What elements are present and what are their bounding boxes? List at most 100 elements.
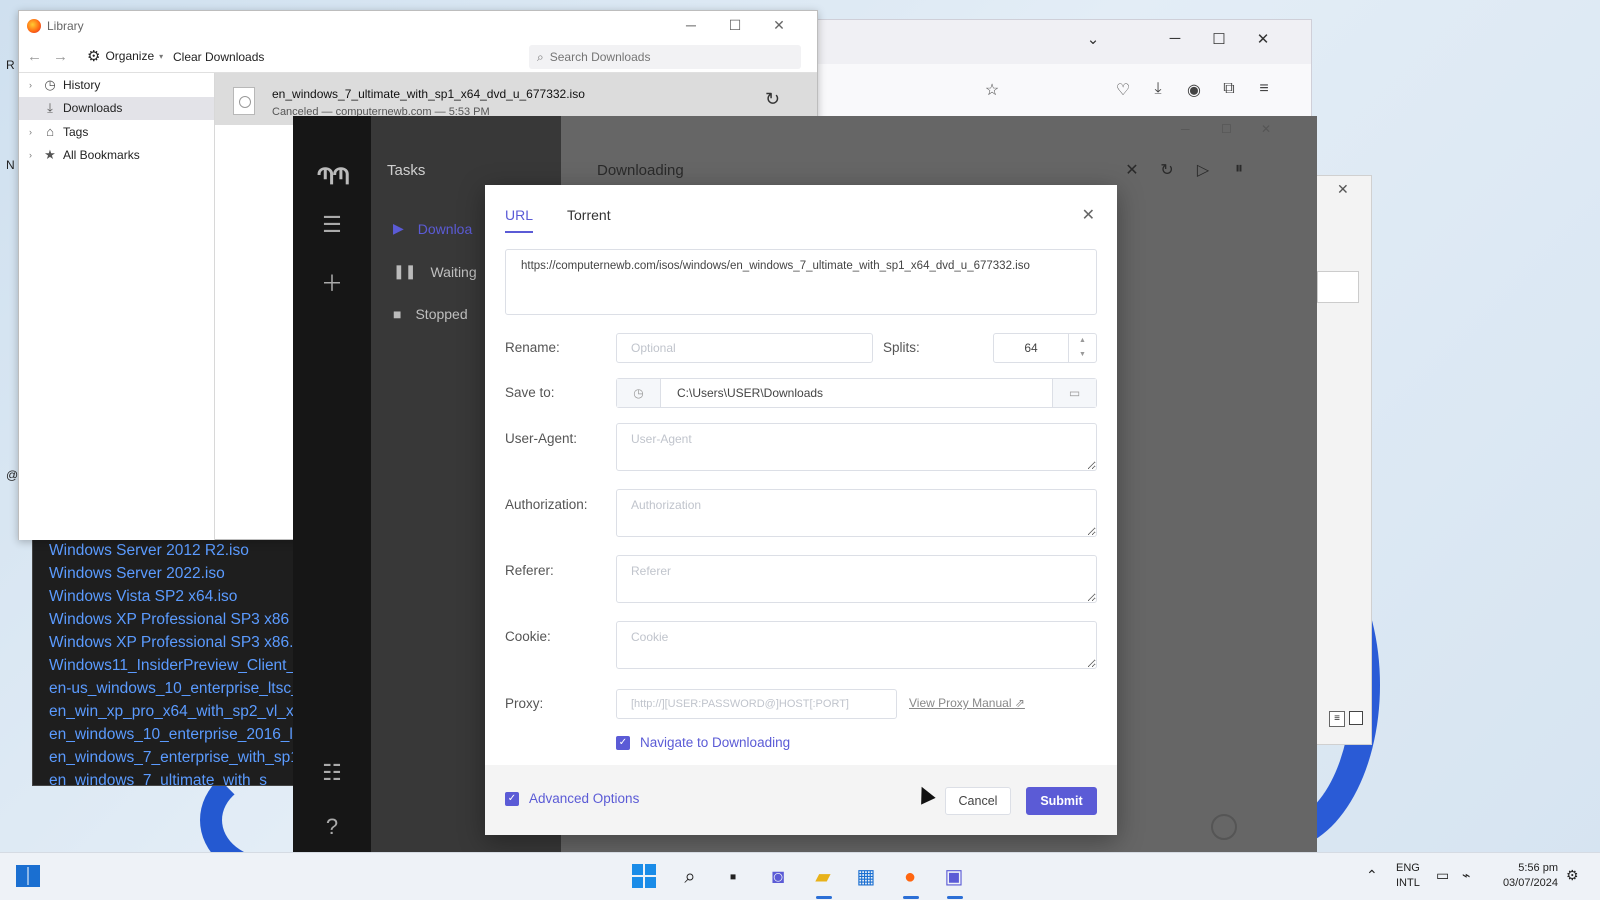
forward-arrow-icon[interactable]: → <box>53 48 68 65</box>
clock-date: 03/07/2024 <box>1502 877 1558 889</box>
proxy-input[interactable] <box>616 689 897 719</box>
file-explorer-icon[interactable]: ▰ <box>810 864 836 899</box>
close-icon[interactable]: ✕ <box>1337 181 1349 198</box>
splits-stepper[interactable]: 64 ▲ ▼ <box>993 333 1097 363</box>
saveto-field[interactable]: ◷ C:\Users\USER\Downloads ▭ <box>616 378 1097 408</box>
maximize-icon[interactable]: ☐ <box>1221 122 1232 136</box>
tree-item-all-bookmarks[interactable]: › ★ All Bookmarks <box>19 144 214 168</box>
menu-icon[interactable]: ≡ <box>1254 80 1274 98</box>
extensions-icon[interactable]: ⧉ <box>1219 80 1239 98</box>
task-list-stopped[interactable]: ■ Stopped <box>393 306 468 322</box>
details-view-icon[interactable]: ≡ <box>1329 711 1345 727</box>
language-indicator[interactable]: ENG INTL <box>1396 861 1420 891</box>
authorization-input[interactable] <box>616 489 1097 537</box>
account-icon[interactable]: ◉ <box>1184 80 1204 100</box>
clock[interactable]: 5:56 pm 03/07/2024 <box>1494 861 1558 891</box>
file-list-item[interactable]: en_windows_7_enterprise_with_sp1 <box>33 746 293 769</box>
bookmark-star-icon[interactable]: ☆ <box>982 80 1002 100</box>
chevron-up-icon[interactable]: ▲ <box>1069 334 1096 348</box>
motrix-icon[interactable]: ▣ <box>941 864 967 899</box>
retry-icon[interactable]: ↻ <box>765 89 780 110</box>
url-textarea[interactable]: https://computernewb.com/isos/windows/en… <box>505 249 1097 315</box>
store-icon[interactable]: ▦ <box>853 864 879 890</box>
file-list-item[interactable]: en_win_xp_pro_x64_with_sp2_vl_x1 <box>33 700 293 723</box>
file-list-item[interactable]: en-us_windows_10_enterprise_ltsc_ <box>33 677 293 700</box>
task-list-downloading[interactable]: ▶ Downloa <box>393 220 472 237</box>
history-icon[interactable]: ◷ <box>617 379 661 407</box>
large-icons-view-icon[interactable] <box>1349 711 1363 725</box>
file-list-item[interactable]: en_windows_10_enterprise_2016_lt <box>33 723 293 746</box>
downloads-icon[interactable]: ⤓ <box>1148 80 1168 98</box>
file-list-item[interactable]: Windows Server 2022.iso <box>33 562 293 585</box>
pocket-icon[interactable]: ♡ <box>1113 80 1133 100</box>
file-list-item[interactable]: Windows XP Professional SP3 x86 <box>33 608 293 631</box>
expand-chevron-icon[interactable]: › <box>29 127 41 137</box>
cookie-input[interactable] <box>616 621 1097 669</box>
file-list-item[interactable]: Windows11_InsiderPreview_Client_ <box>33 654 293 677</box>
file-list-item[interactable]: Windows Vista SP2 x64.iso <box>33 585 293 608</box>
rename-input[interactable] <box>616 333 873 363</box>
chevron-down-icon[interactable]: ▼ <box>1069 348 1096 362</box>
minimize-icon[interactable]: ─ <box>681 17 701 33</box>
close-icon[interactable]: ✕ <box>769 17 789 34</box>
referer-input[interactable] <box>616 555 1097 603</box>
expand-chevron-icon[interactable]: › <box>29 80 41 90</box>
add-task-icon[interactable]: ＋ <box>319 266 345 298</box>
task-list-waiting[interactable]: ❚❚ Waiting <box>393 263 477 280</box>
tree-item-history[interactable]: › ◷ History <box>19 73 214 97</box>
display-icon[interactable]: ▭ <box>1436 867 1449 884</box>
preferences-icon[interactable]: ☷ <box>319 760 345 786</box>
file-list-item[interactable]: en_windows_7_ultimate_with_s <box>33 769 293 785</box>
splits-value: 64 <box>1024 341 1038 355</box>
start-button[interactable] <box>632 864 658 890</box>
maximize-icon[interactable]: ☐ <box>725 17 745 34</box>
refresh-icon[interactable]: ↻ <box>1156 160 1178 180</box>
search-downloads-input[interactable] <box>549 50 780 64</box>
submit-button[interactable]: Submit <box>1026 787 1097 815</box>
notification-icon[interactable]: ⚙ <box>1566 867 1579 884</box>
back-arrow-icon[interactable]: ← <box>27 48 42 65</box>
dialog-tabs: URL Torrent <box>505 207 611 233</box>
tree-item-downloads[interactable]: ⤓ Downloads <box>19 96 214 120</box>
pause-all-icon[interactable]: ⏸ <box>1228 160 1250 178</box>
close-icon[interactable]: ✕ <box>1082 205 1095 225</box>
firefox-icon[interactable]: ● <box>897 864 923 899</box>
speedometer-icon[interactable] <box>1211 814 1237 840</box>
folder-icon[interactable]: ▭ <box>1052 379 1096 407</box>
clear-downloads-button[interactable]: Clear Downloads <box>173 50 264 64</box>
navigate-checkbox[interactable]: ✓ Navigate to Downloading <box>616 735 790 750</box>
minimize-icon[interactable]: ─ <box>1181 122 1190 136</box>
view-proxy-manual-link[interactable]: View Proxy Manual ⇗ <box>909 696 1025 710</box>
library-tree: › ◷ History ⤓ Downloads › ⌂ Tags › ★ All Bookmarks <box>19 73 215 540</box>
background-input[interactable] <box>1317 271 1359 303</box>
minimize-icon[interactable]: ─ <box>1165 30 1185 47</box>
expand-chevron-icon[interactable]: › <box>29 150 41 160</box>
network-icon[interactable]: ⌁ <box>1462 867 1470 884</box>
chevron-up-icon[interactable]: ⌃ <box>1366 867 1378 884</box>
tag-icon: ⌂ <box>46 124 54 140</box>
cancel-button[interactable]: Cancel <box>945 787 1011 815</box>
task-view-icon[interactable]: ▪ <box>720 864 746 890</box>
maximize-icon[interactable]: ☐ <box>1209 30 1229 48</box>
task-list-icon[interactable]: ☰ <box>319 212 345 238</box>
tree-item-tags[interactable]: › ⌂ Tags <box>19 120 214 144</box>
close-icon[interactable]: ✕ <box>1261 122 1271 136</box>
search-downloads-box[interactable]: ⌕ <box>529 45 801 69</box>
advanced-options-checkbox[interactable]: ✓ Advanced Options <box>505 791 639 806</box>
tab-url[interactable]: URL <box>505 207 534 233</box>
proxy-manual-text: View Proxy Manual <box>909 696 1012 710</box>
delete-icon[interactable]: ✕ <box>1121 160 1143 180</box>
search-icon[interactable]: ⌕ <box>677 864 703 890</box>
file-list-item[interactable]: Windows Server 2012 R2.iso <box>33 539 293 562</box>
main-title: Downloading <box>597 162 684 179</box>
useragent-input[interactable] <box>616 423 1097 471</box>
help-icon[interactable]: ? <box>319 814 345 840</box>
organize-button[interactable]: ⚙ Organize ▾ <box>87 47 163 65</box>
tab-torrent[interactable]: Torrent <box>567 207 611 233</box>
widgets-icon[interactable] <box>16 865 40 887</box>
chat-icon[interactable]: ◙ <box>765 864 791 890</box>
resume-all-icon[interactable]: ▷ <box>1192 160 1214 180</box>
file-list-item[interactable]: Windows XP Professional SP3 x86.i <box>33 631 293 654</box>
tab-list-chevron-icon[interactable]: ⌄ <box>1083 30 1103 48</box>
close-icon[interactable]: ✕ <box>1253 30 1273 48</box>
